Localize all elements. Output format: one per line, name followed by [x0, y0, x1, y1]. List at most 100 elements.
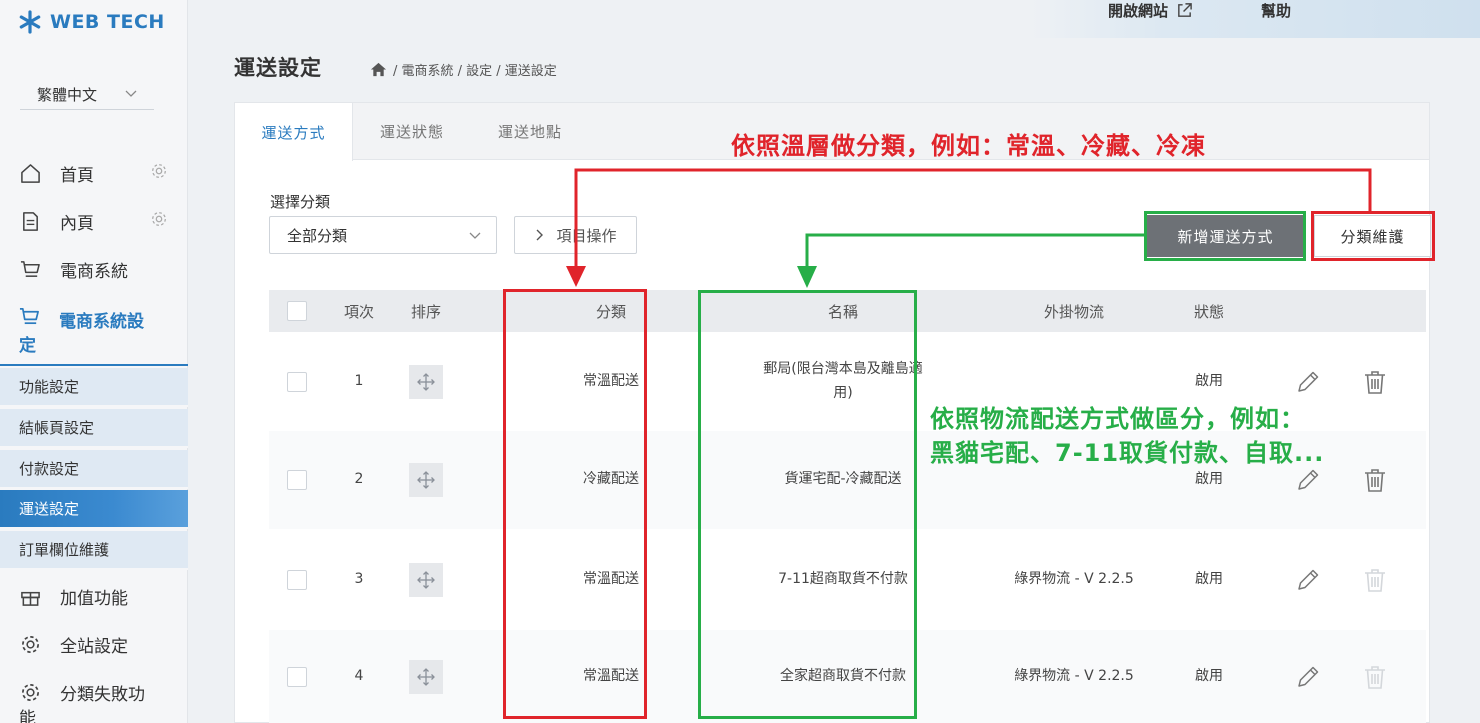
- category-maintenance-button[interactable]: 分類維護: [1314, 215, 1431, 257]
- delete-button-disabled: [1360, 630, 1390, 723]
- sidebar-item-category-failure[interactable]: 分類失敗功: [0, 679, 188, 705]
- header-category: 分類: [595, 302, 626, 321]
- home-icon: [19, 162, 41, 184]
- row-name[interactable]: 7-11超商取貨不付款: [743, 529, 943, 630]
- sidebar-section-label: 電商系統設: [59, 312, 144, 332]
- row-name[interactable]: 郵局(限台灣本島及離島適 用): [743, 332, 943, 431]
- brand-name: WEB TECH: [50, 11, 165, 33]
- header-status: 狀態: [1193, 302, 1224, 321]
- row-checkbox[interactable]: [287, 529, 307, 630]
- tab-shipping-locations[interactable]: 運送地點: [471, 103, 589, 160]
- gear-icon[interactable]: [150, 162, 168, 185]
- gift-icon: [19, 585, 41, 607]
- annotation-logistics-line: 依照物流配送方式做區分，例如：: [930, 405, 1305, 433]
- sidebar-sub-shipping-settings[interactable]: 運送設定: [0, 490, 188, 529]
- header-sort: 排序: [410, 302, 441, 321]
- language-selected: 繁體中文: [37, 86, 98, 104]
- row-index: 4: [354, 668, 364, 685]
- row-checkbox[interactable]: [287, 431, 307, 529]
- drag-handle[interactable]: [409, 332, 443, 431]
- row-name-line: 用): [833, 384, 853, 401]
- cart-icon: [19, 306, 41, 328]
- row-index: 1: [354, 372, 364, 389]
- sidebar-item-addons[interactable]: 加值功能: [0, 583, 188, 609]
- sidebar-item-home[interactable]: 首頁: [0, 160, 188, 186]
- move-icon: [417, 668, 435, 686]
- move-icon: [417, 570, 435, 589]
- sidebar-sub-payment-settings[interactable]: 付款設定: [0, 450, 188, 489]
- filter-label: 選擇分類: [270, 193, 331, 211]
- table-row: 3 常溫配送 7-11超商取貨不付款 綠界物流 - V 2.2.5 啟用: [269, 529, 1426, 630]
- gear-icon[interactable]: [150, 210, 168, 233]
- add-shipping-method-button[interactable]: 新增運送方式: [1147, 215, 1304, 257]
- sidebar-item-label: 分類失敗功: [60, 684, 145, 705]
- edit-button[interactable]: [1293, 630, 1323, 723]
- page-title: 運送設定: [234, 56, 322, 80]
- gear-icon: [19, 681, 41, 703]
- annotation-logistics-note: 依照物流配送方式做區分，例如： 黑貓宅配、7-11取貨付款、自取...: [930, 402, 1324, 470]
- sidebar-item-label: 內頁: [60, 213, 94, 234]
- row-category: 冷藏配送: [583, 471, 639, 488]
- row-index: 3: [354, 570, 364, 587]
- row-name[interactable]: 全家超商取貨不付款: [743, 630, 943, 723]
- row-category: 常溫配送: [583, 668, 639, 685]
- table-row: 4 常溫配送 全家超商取貨不付款 綠界物流 - V 2.2.5 啟用: [269, 630, 1426, 723]
- sidebar-item-ecommerce[interactable]: 電商系統: [0, 256, 188, 282]
- row-category: 常溫配送: [583, 372, 639, 389]
- chevron-down-icon: [469, 232, 481, 239]
- tab-shipping-status[interactable]: 運送狀態: [353, 103, 471, 160]
- delete-button[interactable]: [1360, 332, 1390, 431]
- home-icon[interactable]: [370, 61, 387, 78]
- sidebar-sub-label: 結帳頁設定: [19, 419, 95, 437]
- language-select[interactable]: 繁體中文: [20, 80, 154, 110]
- row-index: 2: [354, 471, 364, 488]
- row-status: 啟用: [1195, 570, 1223, 587]
- row-checkbox[interactable]: [287, 332, 307, 431]
- sidebar-sub-label: 訂單欄位維護: [19, 541, 110, 559]
- sidebar-sub-label: 運送設定: [19, 500, 80, 518]
- trash-icon: [1365, 666, 1385, 689]
- sidebar-item-label: 全站設定: [60, 636, 128, 657]
- header-name: 名稱: [827, 302, 858, 321]
- category-select-value: 全部分類: [287, 226, 348, 245]
- annotation-temperature-note: 依照溫層做分類，例如：常溫、冷藏、冷凍: [731, 132, 1206, 160]
- help-link[interactable]: 幫助: [1261, 0, 1291, 21]
- pencil-icon: [1298, 666, 1319, 687]
- chevron-down-icon: [124, 86, 138, 103]
- sidebar-sub-checkout-settings[interactable]: 結帳頁設定: [0, 409, 188, 448]
- sidebar-item-site-settings[interactable]: 全站設定: [0, 631, 188, 657]
- delete-button[interactable]: [1360, 431, 1390, 529]
- item-operations-label: 項目操作: [556, 226, 617, 245]
- trash-icon: [1365, 568, 1385, 592]
- drag-handle[interactable]: [409, 431, 443, 529]
- delete-button-disabled: [1360, 529, 1390, 630]
- move-icon: [417, 471, 435, 489]
- category-select[interactable]: 全部分類: [269, 216, 497, 254]
- drag-handle[interactable]: [409, 529, 443, 630]
- row-checkbox[interactable]: [287, 630, 307, 723]
- select-all-checkbox[interactable]: [287, 290, 307, 332]
- open-site-link[interactable]: 開啟網站: [1108, 0, 1193, 21]
- sidebar-item-ecommerce-settings[interactable]: 電商系統設 定: [0, 300, 188, 366]
- sidebar-item-pages[interactable]: 內頁: [0, 208, 188, 234]
- drag-handle[interactable]: [409, 630, 443, 723]
- row-category: 常溫配送: [583, 570, 639, 587]
- sidebar-sub-order-fields[interactable]: 訂單欄位維護: [0, 531, 188, 570]
- top-bar: 開啟網站 幫助: [1030, 0, 1480, 38]
- row-name-line: 郵局(限台灣本島及離島適: [763, 360, 923, 377]
- external-link-icon: [1178, 3, 1192, 17]
- sidebar: WEB TECH 繁體中文 首頁 內頁 電商系統 電商系統設 定 功能設定 結帳…: [0, 0, 188, 723]
- table-header: 項次 排序 分類 名稱 外掛物流 狀態: [269, 290, 1426, 332]
- brand-logo[interactable]: WEB TECH: [18, 10, 165, 34]
- tab-shipping-methods[interactable]: 運送方式: [235, 103, 353, 161]
- header-index: 項次: [343, 302, 374, 321]
- edit-button[interactable]: [1293, 529, 1323, 630]
- item-operations-button[interactable]: 項目操作: [514, 216, 637, 254]
- row-name[interactable]: 貨運宅配-冷藏配送: [743, 431, 943, 529]
- row-logistics: 綠界物流 - V 2.2.5: [1014, 668, 1134, 685]
- sidebar-sub-function-settings[interactable]: 功能設定: [0, 368, 188, 407]
- breadcrumb-path[interactable]: / 電商系統 / 設定 / 運送設定: [393, 60, 557, 79]
- row-name-line: 貨運宅配-冷藏配送: [784, 471, 902, 488]
- sidebar-sub-label: 付款設定: [19, 460, 80, 478]
- sidebar-item-label: 電商系統: [60, 261, 128, 282]
